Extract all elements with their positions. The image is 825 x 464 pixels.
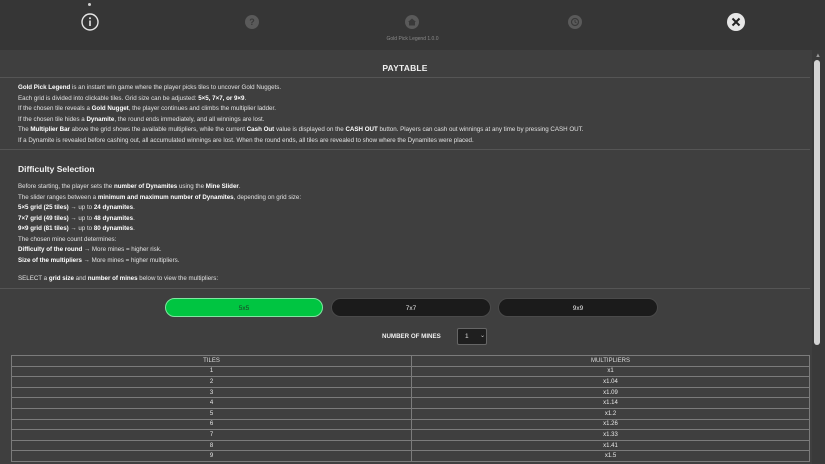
chevron-down-icon: ⌄ bbox=[480, 333, 486, 339]
multiplier-cell: x1 bbox=[411, 365, 810, 378]
table-row: 8 x1.41 bbox=[11, 439, 810, 452]
info-icon[interactable] bbox=[80, 12, 100, 32]
help-icon[interactable]: ? bbox=[242, 12, 262, 32]
number-of-mines-label: NUMBER OF MINES bbox=[382, 333, 441, 340]
multiplier-cell: x1.09 bbox=[411, 386, 810, 399]
tiles-cell: 6 bbox=[11, 418, 412, 431]
mines-select[interactable]: 1 ⌄ bbox=[457, 328, 487, 345]
tiles-cell: 4 bbox=[11, 397, 412, 409]
tiles-cell: 2 bbox=[11, 376, 412, 388]
tiles-column-header: TILES bbox=[11, 355, 412, 367]
table-row: 1 x1 bbox=[11, 365, 810, 378]
table-row: 9 x1.5 bbox=[11, 450, 810, 462]
multipliers-column-header: MULTIPLIERS bbox=[411, 355, 810, 367]
table-row: 4 x1.14 bbox=[11, 397, 810, 409]
multiplier-cell: x1.26 bbox=[411, 418, 810, 431]
grid-7x7-button[interactable]: 7x7 bbox=[331, 298, 491, 317]
tiles-cell: 3 bbox=[11, 386, 412, 399]
tiles-cell: 9 bbox=[11, 450, 412, 462]
svg-text:?: ? bbox=[249, 17, 255, 27]
multiplier-cell: x1.5 bbox=[411, 450, 810, 462]
divider bbox=[0, 288, 810, 289]
table-row: 2 x1.04 bbox=[11, 376, 810, 388]
divider bbox=[0, 77, 810, 78]
active-indicator-dot bbox=[88, 3, 91, 6]
multiplier-table: TILES MULTIPLIERS 1 x1 2 x1.04 3 x1.09 4 x1.… bbox=[11, 355, 810, 462]
table-row: 5 x1.2 bbox=[11, 407, 810, 420]
multiplier-cell: x1.33 bbox=[411, 429, 810, 441]
multiplier-cell: x1.41 bbox=[411, 439, 810, 452]
table-row: 6 x1.26 bbox=[11, 418, 810, 431]
tiles-cell: 7 bbox=[11, 429, 412, 441]
table-row: 3 x1.09 bbox=[11, 386, 810, 399]
home-icon[interactable] bbox=[402, 12, 422, 32]
multiplier-cell: x1.14 bbox=[411, 397, 810, 409]
top-navigation-bar: ? Gold Pick Legend 1.0.0 bbox=[0, 0, 825, 50]
history-icon[interactable] bbox=[565, 12, 585, 32]
paytable-title: PAYTABLE bbox=[382, 63, 428, 73]
grid-5x5-button[interactable]: 5x5 bbox=[165, 298, 323, 317]
difficulty-paragraph: Before starting, the player sets the num… bbox=[18, 183, 302, 282]
table-row: 7 x1.33 bbox=[11, 429, 810, 441]
mines-select-value: 1 bbox=[465, 333, 469, 340]
multiplier-cell: x1.2 bbox=[411, 407, 810, 420]
tiles-cell: 1 bbox=[11, 365, 412, 378]
divider bbox=[0, 149, 810, 150]
grid-9x9-button[interactable]: 9x9 bbox=[498, 298, 658, 317]
scroll-up-arrow-icon[interactable]: ▲ bbox=[815, 53, 821, 59]
difficulty-heading: Difficulty Selection bbox=[18, 164, 95, 174]
table-header-row: TILES MULTIPLIERS bbox=[11, 355, 810, 367]
intro-paragraph: Gold Pick Legend is an instant win game … bbox=[18, 84, 584, 144]
tiles-cell: 8 bbox=[11, 439, 412, 452]
multiplier-cell: x1.04 bbox=[411, 376, 810, 388]
version-label: Gold Pick Legend 1.0.0 bbox=[386, 36, 439, 42]
scrollbar-thumb[interactable] bbox=[814, 60, 820, 345]
close-icon[interactable] bbox=[726, 12, 746, 32]
tiles-cell: 5 bbox=[11, 407, 412, 420]
